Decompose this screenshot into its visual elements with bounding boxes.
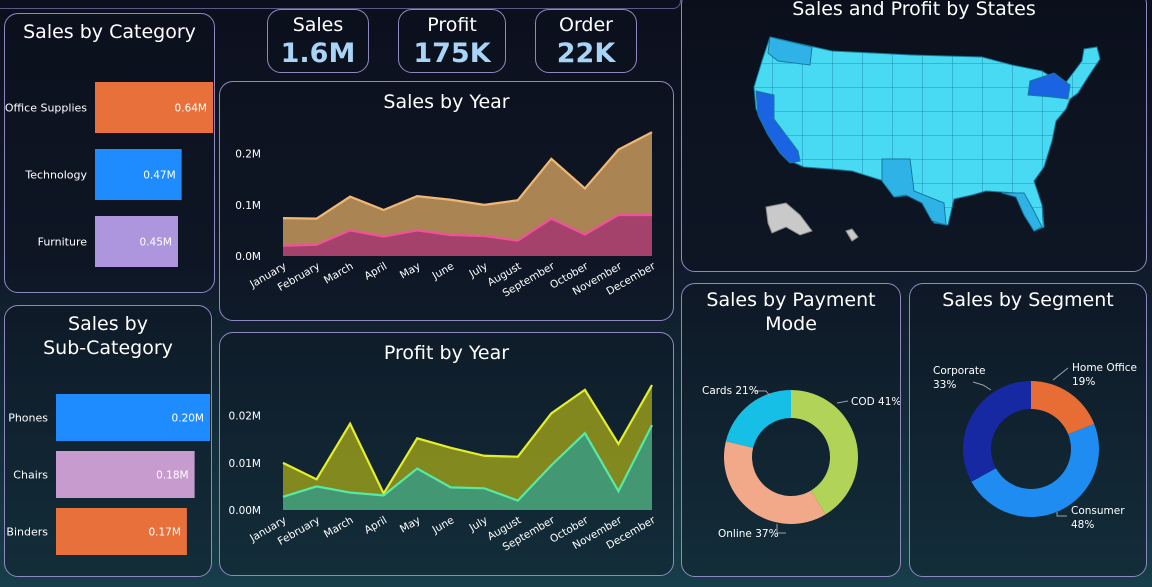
profit-year-panel: Profit by Year 0.00M 0.01M 0.02M January Feb…	[219, 332, 674, 576]
sales-year-ytick-label: 0.2M	[235, 149, 261, 161]
subcategory-title-line2: Sub-Category	[43, 337, 173, 359]
kpi-order-card: Order 22K	[535, 9, 637, 73]
payment-slice-label: Online 37%	[718, 528, 779, 540]
subcategory-title: Sales by Sub-Category	[5, 312, 211, 360]
kpi-order-label: Order	[559, 14, 613, 36]
map-panel: Sales and Profit by States	[681, 0, 1147, 272]
sales-year-chart: 0.0M0.1M0.2MJanuaryFebruary March April May…	[235, 131, 658, 300]
payment-leader-line	[836, 400, 849, 404]
payment-slice-label: Cards 21%	[702, 385, 759, 397]
segment-leader-line	[1056, 512, 1067, 517]
category-title: Sales by Category	[23, 21, 196, 43]
category-category-label: Furniture	[38, 236, 88, 249]
profit-year-ytick-label: 0.01M	[229, 458, 261, 470]
profit-year-xtick-label: June	[430, 514, 457, 536]
kpi-sales-card: Sales 1.6M	[267, 9, 369, 73]
subcategory-category-label: Binders	[6, 526, 48, 539]
subcategory-value-label: 0.20M	[172, 413, 204, 425]
category-panel: Sales by Category Office Supplies 0.64M Te…	[4, 13, 215, 293]
payment-slice-label: COD 41%	[851, 396, 900, 408]
sales-year-ytick-label: 0.1M	[235, 200, 261, 212]
segment-panel: Sales by Segment Home Office 19% Consumer 4…	[909, 283, 1147, 577]
segment-slice-label: Corporate	[933, 365, 986, 377]
profit-year-xtick-label: April	[362, 514, 389, 536]
segment-slice-label: Home Office	[1072, 362, 1137, 374]
category-category-label: Technology	[24, 169, 87, 182]
subcategory-category-label: Chairs	[13, 469, 48, 482]
payment-slice[interactable]	[724, 441, 826, 524]
profit-year-xtick-label: March	[322, 514, 356, 540]
us-map	[753, 36, 1101, 242]
subcategory-title-line1: Sales by	[68, 313, 148, 335]
payment-donut-chart: COD 41% Online 37% Cards 21%	[702, 385, 900, 540]
sales-year-xtick-label: May	[398, 260, 423, 281]
category-value-label: 0.45M	[140, 237, 172, 249]
subcategory-value-label: 0.17M	[148, 527, 180, 539]
category-value-label: 0.64M	[175, 103, 207, 115]
kpi-sales-value: 1.6M	[280, 38, 356, 69]
segment-slice-label: Consumer	[1071, 505, 1125, 517]
segment-leader-line	[1052, 367, 1069, 381]
category-chart: Office Supplies 0.64M Technology 0.47M Furni…	[5, 82, 213, 267]
payment-panel: Sales by Payment Mode COD 41% Online 37% C…	[681, 283, 901, 577]
segment-slice-label: 19%	[1072, 376, 1095, 388]
sales-year-xtick-label: June	[430, 260, 457, 282]
sales-year-xtick-label: March	[322, 260, 356, 286]
segment-slice[interactable]	[963, 381, 1031, 482]
kpi-profit-value: 175K	[413, 38, 491, 69]
profit-year-xtick-label: May	[398, 514, 423, 535]
segment-donut-chart: Home Office 19% Consumer 48% Corporate 33%	[933, 362, 1137, 531]
payment-slice[interactable]	[725, 390, 791, 448]
segment-leader-line	[972, 381, 992, 391]
subcategory-chart: Phones 0.20M Chairs 0.18M Binders 0.17M	[6, 394, 210, 555]
segment-slice-label: 33%	[933, 379, 956, 391]
subcategory-panel: Sales by Sub-Category Phones 0.20M Chairs 0…	[4, 305, 212, 577]
subcategory-value-label: 0.18M	[156, 470, 188, 482]
sales-year-ytick-label: 0.0M	[235, 251, 261, 263]
kpi-profit-card: Profit 175K	[398, 9, 506, 73]
segment-slice[interactable]	[1031, 381, 1095, 435]
kpi-profit-label: Profit	[427, 14, 477, 36]
profit-year-ytick-label: 0.00M	[229, 505, 261, 517]
subcategory-category-label: Phones	[8, 412, 48, 425]
profit-year-chart: 0.00M0.01M0.02MJanuaryFebruary March April…	[229, 384, 658, 554]
category-value-label: 0.47M	[143, 170, 175, 182]
sales-year-xtick-label: April	[362, 260, 389, 282]
hawaii-shape	[845, 228, 859, 242]
top-frame-line	[0, 0, 681, 9]
kpi-sales-label: Sales	[292, 14, 344, 36]
sales-year-panel: Sales by Year 0.0M 0.1M 0.2M January Februar…	[219, 81, 674, 321]
kpi-order-value: 22K	[556, 38, 616, 69]
profit-year-ytick-label: 0.02M	[229, 411, 261, 423]
segment-slice-label: 48%	[1071, 519, 1094, 531]
alaska-shape	[765, 202, 813, 236]
category-category-label: Office Supplies	[5, 102, 87, 115]
